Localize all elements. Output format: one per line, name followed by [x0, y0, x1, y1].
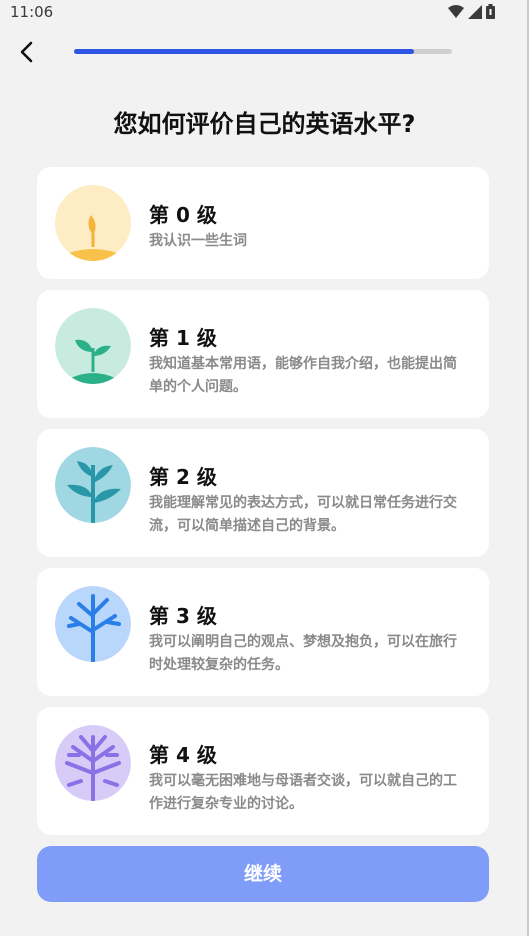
level-card-1[interactable]: 第 1 级 我知道基本常用语，能够作自我介绍，也能提出简单的个人问题。 [37, 290, 489, 418]
level-card-3[interactable]: 第 3 级 我可以阐明自己的观点、梦想及抱负，可以在旅行时处理较复杂的任务。 [37, 568, 489, 696]
sprout-icon [55, 185, 131, 261]
progress-bar [74, 49, 452, 54]
level-title: 第 4 级 [149, 743, 217, 767]
signal-icon [468, 4, 482, 19]
level-description: 我可以毫无困难地与母语者交谈，可以就自己的工作进行复杂专业的讨论。 [149, 773, 457, 812]
page-title: 您如何评价自己的英语水平? [113, 110, 416, 138]
wifi-icon [448, 4, 464, 18]
level-description: 我可以阐明自己的观点、梦想及抱负，可以在旅行时处理较复杂的任务。 [149, 634, 457, 673]
seedling-icon [55, 308, 131, 384]
status-time: 11:06 [10, 3, 54, 21]
back-arrow-icon[interactable] [16, 40, 40, 64]
level-title: 第 0 级 [149, 203, 217, 227]
level-card-4[interactable]: 第 4 级 我可以毫无困难地与母语者交谈，可以就自己的工作进行复杂专业的讨论。 [37, 707, 489, 835]
level-description: 我知道基本常用语，能够作自我介绍，也能提出简单的个人问题。 [149, 356, 457, 395]
big-tree-icon [55, 725, 131, 801]
level-title: 第 1 级 [149, 326, 217, 350]
level-title: 第 3 级 [149, 604, 217, 628]
continue-button[interactable]: 继续 [37, 846, 489, 902]
battery-icon [486, 4, 495, 19]
level-description: 我能理解常见的表达方式，可以就日常任务进行交流，可以简单描述自己的背景。 [149, 495, 457, 534]
plant-icon [55, 447, 131, 523]
level-title: 第 2 级 [149, 465, 217, 489]
level-description: 我认识一些生词 [149, 233, 247, 249]
progress-fill [74, 49, 415, 54]
level-card-0[interactable]: 第 0 级 我认识一些生词 [37, 167, 489, 279]
status-icons [448, 4, 495, 19]
young-tree-icon [55, 586, 131, 662]
level-card-2[interactable]: 第 2 级 我能理解常见的表达方式，可以就日常任务进行交流，可以简单描述自己的背… [37, 429, 489, 557]
status-bar: 11:06 [0, 0, 529, 24]
